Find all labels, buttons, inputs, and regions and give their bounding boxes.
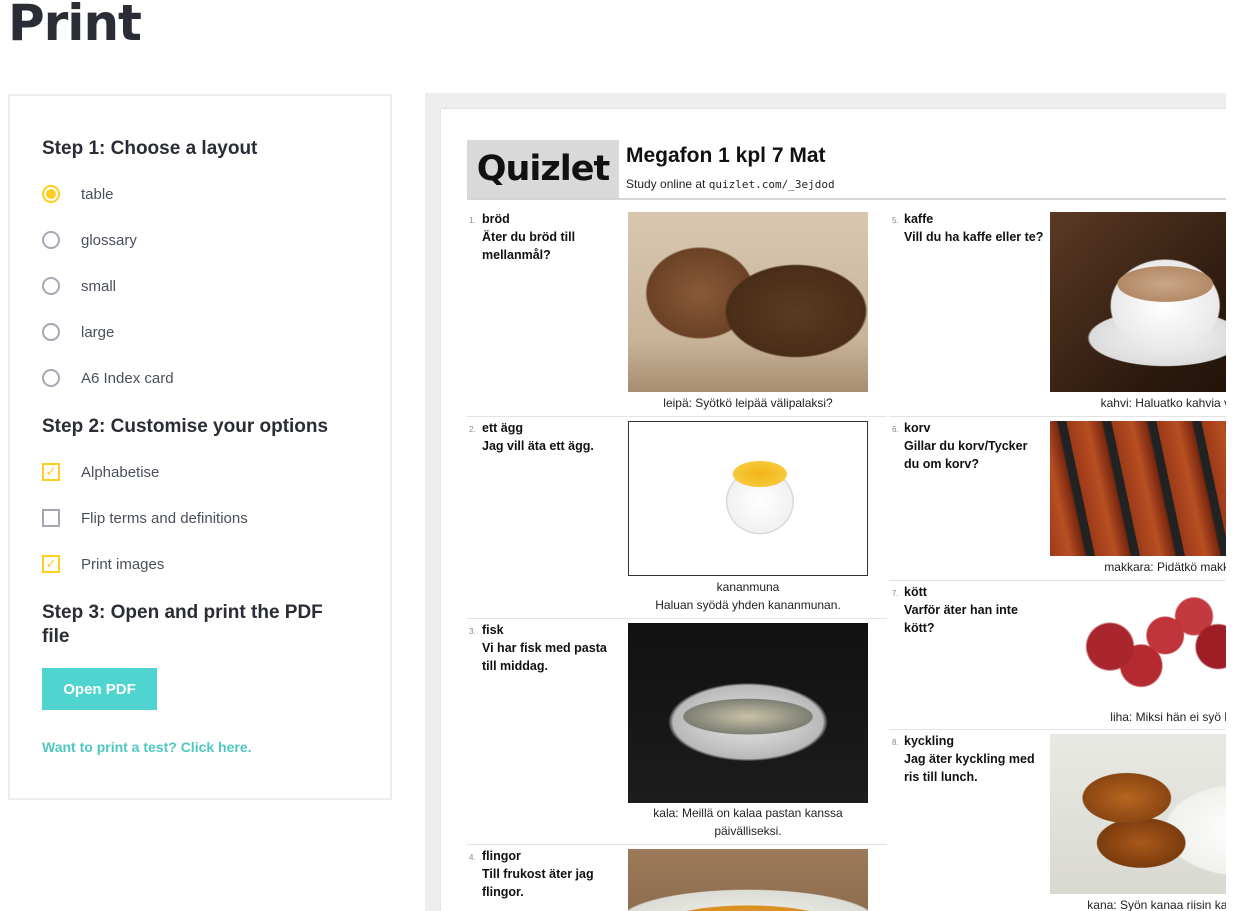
bread-photo [628,212,868,392]
row-divider [889,416,1226,417]
layout-option-label: small [81,277,117,295]
layout-option-label: A6 Index card [81,369,174,387]
card-term: flingor [482,849,521,863]
layout-option-large[interactable]: large [42,319,114,345]
meat-photo [1050,585,1226,697]
radio-button[interactable] [42,185,60,203]
check-icon: ✓ [45,464,57,480]
card-term: kyckling [904,734,955,748]
print-images-toggle[interactable]: ✓ Print images [42,551,164,577]
card-definition: Till frukost äter jag flingor. [482,867,594,899]
radio-button[interactable] [42,277,60,295]
layout-option-a6-index-card[interactable]: A6 Index card [42,365,174,391]
cereal-photo [628,849,868,911]
check-icon: ✓ [45,556,57,572]
layout-option-label: table [81,185,114,203]
radio-button[interactable] [42,323,60,341]
quizlet-logo: Quizlet [467,140,619,198]
egg-photo [628,421,868,576]
card-number: 2. [469,425,476,434]
card-caption: leipä: Syötkö leipää välipalaksi? [663,396,833,410]
card-number: 1. [469,216,476,225]
row-divider [889,580,1226,581]
set-title: Megafon 1 kpl 7 Mat [626,144,826,167]
toggle-label: Flip terms and definitions [81,509,248,527]
radio-button[interactable] [42,369,60,387]
card-definition: Vill du ha kaffe eller te? [904,230,1044,244]
card-caption: kananmuna Haluan syödä yhden kananmunan. [655,580,841,612]
card-term: kött [904,585,927,599]
card-definition: Jag äter kyckling med ris till lunch. [904,752,1035,784]
card-term: ett ägg [482,421,523,435]
pdf-preview[interactable]: Quizlet Megafon 1 kpl 7 Mat Study online… [425,93,1226,911]
header-divider [467,198,1226,200]
card-term: fisk [482,623,504,637]
card-definition: Vi har fisk med pasta till middag. [482,641,607,673]
row-divider [467,618,887,619]
preview-page: Quizlet Megafon 1 kpl 7 Mat Study online… [441,109,1226,911]
row-divider [889,729,1226,730]
card-caption: liha: Miksi hän ei syö li [1110,710,1226,724]
toggle-label: Print images [81,555,165,573]
sausage-photo [1050,421,1226,556]
layout-option-glossary[interactable]: glossary [42,227,137,253]
checkbox[interactable]: ✓ [42,555,60,573]
radio-button[interactable] [42,231,60,249]
page-title: Print [8,0,142,52]
toggle-label: Alphabetise [81,463,160,481]
step2-heading: Step 2: Customise your options [42,416,329,437]
layout-option-table[interactable]: table [42,181,114,207]
card-definition: Jag vill äta ett ägg. [482,439,594,453]
open-pdf-button[interactable]: Open PDF [42,668,157,710]
card-number: 3. [469,627,476,636]
chicken-photo [1050,734,1226,894]
card-definition: Varför äter han inte kött? [904,603,1018,635]
study-online-line: Study online at quizlet.com/_3ejdod [626,177,835,191]
step3-heading: Step 3: Open and print the PDF file [42,602,323,647]
coffee-photo [1050,212,1226,392]
flip-terms-toggle[interactable]: Flip terms and definitions [42,505,248,531]
row-divider [467,844,887,845]
card-definition: Äter du bröd till mellanmål? [482,230,576,262]
layout-option-label: large [81,323,115,341]
fish-photo [628,623,868,803]
study-url: quizlet.com/_3ejdod [708,178,835,191]
print-test-link[interactable]: Want to print a test? Click here. [42,739,252,755]
card-term: korv [904,421,931,435]
step1-heading: Step 1: Choose a layout [42,138,258,159]
layout-option-label: glossary [81,231,137,249]
card-number: 5. [892,216,899,225]
card-caption: kahvi: Haluatko kahvia vai [1100,396,1226,410]
card-number: 4. [469,853,476,862]
card-number: 6. [892,425,899,434]
card-term: bröd [482,212,510,226]
checkbox[interactable] [42,509,60,527]
row-divider [467,416,887,417]
print-options-panel: Step 1: Choose a layout table glossary s… [8,94,392,800]
layout-option-small[interactable]: small [42,273,116,299]
card-number: 8. [892,738,899,747]
checkbox[interactable]: ✓ [42,463,60,481]
card-caption: makkara: Pidätkö makka [1104,560,1226,574]
card-caption: kala: Meillä on kalaa pastan kanssa päiv… [653,806,843,838]
card-number: 7. [892,589,899,598]
card-term: kaffe [904,212,934,226]
card-definition: Gillar du korv/Tycker du om korv? [904,439,1028,471]
card-caption: kana: Syön kanaa riisin kanssa [1087,898,1226,911]
alphabetise-toggle[interactable]: ✓ Alphabetise [42,459,159,485]
